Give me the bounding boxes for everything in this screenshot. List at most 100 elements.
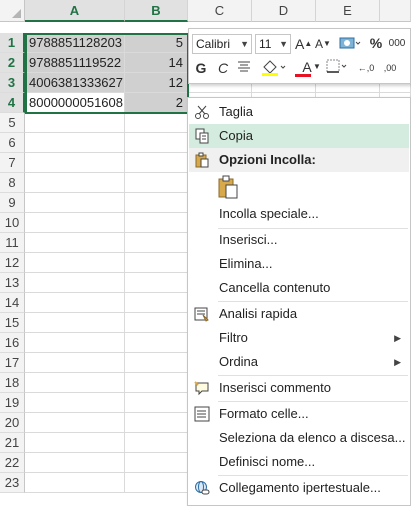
row-header-13[interactable]: 13: [0, 273, 25, 293]
row-header-16[interactable]: 16: [0, 333, 25, 353]
row-header-4[interactable]: 4: [0, 93, 25, 113]
menu-item-inserisci[interactable]: Inserisci...: [189, 228, 409, 252]
empty-cell[interactable]: [125, 433, 188, 453]
grow-font-button[interactable]: A▲: [295, 35, 312, 53]
row-header-22[interactable]: 22: [0, 453, 25, 473]
empty-cell[interactable]: [25, 413, 125, 433]
empty-cell[interactable]: [125, 233, 188, 253]
row-header-1[interactable]: 1: [0, 33, 25, 53]
cell-b2[interactable]: 14: [125, 53, 188, 73]
fill-color-button[interactable]: [259, 59, 289, 81]
row-header-19[interactable]: 19: [0, 393, 25, 413]
empty-cell[interactable]: [125, 393, 188, 413]
row-header-20[interactable]: 20: [0, 413, 25, 433]
shrink-font-button[interactable]: A▼: [315, 35, 331, 53]
empty-cell[interactable]: [125, 273, 188, 293]
row-header-3[interactable]: 3: [0, 73, 25, 93]
cell-a4[interactable]: 8000000051608: [25, 93, 125, 113]
column-header-b[interactable]: B: [125, 0, 188, 22]
row-header-8[interactable]: 8: [0, 173, 25, 193]
comma-style-button[interactable]: 000: [385, 35, 409, 53]
empty-cell[interactable]: [125, 293, 188, 313]
empty-cell[interactable]: [125, 413, 188, 433]
empty-cell[interactable]: [125, 113, 188, 133]
empty-cell[interactable]: [25, 473, 125, 493]
empty-cell[interactable]: [25, 113, 125, 133]
menu-item-ordina[interactable]: Ordina ▶: [189, 350, 409, 374]
menu-item-copia[interactable]: Copia: [189, 124, 409, 148]
menu-item-definisci-nome[interactable]: Definisci nome...: [189, 450, 409, 474]
empty-cell[interactable]: [125, 353, 188, 373]
empty-cell[interactable]: [25, 273, 125, 293]
borders-button[interactable]: [325, 59, 351, 79]
empty-cell[interactable]: [25, 213, 125, 233]
empty-cell[interactable]: [25, 373, 125, 393]
menu-item-cancella-contenuto[interactable]: Cancella contenuto: [189, 276, 409, 300]
empty-cell[interactable]: [25, 353, 125, 373]
font-size-combo[interactable]: 11 ▼: [255, 34, 291, 54]
row-header-12[interactable]: 12: [0, 253, 25, 273]
empty-cell[interactable]: [125, 133, 188, 153]
cell-b1[interactable]: 5: [125, 33, 188, 53]
row-header-18[interactable]: 18: [0, 373, 25, 393]
empty-cell[interactable]: [25, 233, 125, 253]
empty-cell[interactable]: [25, 313, 125, 333]
font-color-button[interactable]: A ▼: [293, 58, 321, 77]
empty-cell[interactable]: [125, 153, 188, 173]
row-header-9[interactable]: 9: [0, 193, 25, 213]
menu-item-inserisci-commento[interactable]: Inserisci commento: [189, 376, 409, 400]
menu-item-incolla-speciale[interactable]: Incolla speciale...: [189, 202, 409, 226]
row-header-14[interactable]: 14: [0, 293, 25, 313]
accounting-format-button[interactable]: [337, 35, 363, 55]
cell-a2[interactable]: 9788851119522: [25, 53, 125, 73]
empty-cell[interactable]: [125, 173, 188, 193]
empty-cell[interactable]: [25, 193, 125, 213]
row-header-17[interactable]: 17: [0, 353, 25, 373]
empty-cell[interactable]: [25, 333, 125, 353]
empty-cell[interactable]: [25, 253, 125, 273]
bold-button[interactable]: G: [193, 59, 209, 77]
cell-b4[interactable]: 2: [125, 93, 188, 113]
menu-item-collegamento[interactable]: Collegamento ipertestuale...: [189, 476, 409, 500]
italic-button[interactable]: C: [215, 59, 231, 77]
empty-cell[interactable]: [25, 453, 125, 473]
row-header-15[interactable]: 15: [0, 313, 25, 333]
menu-item-formato-celle[interactable]: Formato celle...: [189, 402, 409, 426]
menu-item-analisi-rapida[interactable]: Analisi rapida: [189, 302, 409, 326]
cell-a1[interactable]: 9788851128203: [25, 33, 125, 53]
empty-cell[interactable]: [125, 473, 188, 493]
empty-cell[interactable]: [125, 213, 188, 233]
empty-cell[interactable]: [125, 253, 188, 273]
menu-item-filtro[interactable]: Filtro ▶: [189, 326, 409, 350]
empty-cell[interactable]: [125, 313, 188, 333]
empty-cell[interactable]: [125, 193, 188, 213]
row-header-6[interactable]: 6: [0, 133, 25, 153]
empty-cell[interactable]: [125, 453, 188, 473]
menu-item-elimina[interactable]: Elimina...: [189, 252, 409, 276]
empty-cell[interactable]: [25, 393, 125, 413]
empty-cell[interactable]: [25, 133, 125, 153]
empty-cell[interactable]: [125, 373, 188, 393]
column-header-e[interactable]: E: [316, 0, 380, 22]
empty-cell[interactable]: [25, 153, 125, 173]
row-header-5[interactable]: 5: [0, 113, 25, 133]
empty-cell[interactable]: [125, 333, 188, 353]
font-name-combo[interactable]: Calibri ▼: [192, 34, 252, 54]
cell-b3[interactable]: 12: [125, 73, 188, 93]
center-align-button[interactable]: [235, 59, 253, 77]
empty-cell[interactable]: [25, 173, 125, 193]
row-header-7[interactable]: 7: [0, 153, 25, 173]
column-header-c[interactable]: C: [188, 0, 252, 22]
column-header-d[interactable]: D: [252, 0, 316, 22]
column-header-a[interactable]: A: [25, 0, 125, 22]
percent-style-button[interactable]: %: [369, 34, 383, 52]
increase-decimal-button[interactable]: ←,0: [355, 59, 377, 77]
empty-cell[interactable]: [25, 293, 125, 313]
row-header-10[interactable]: 10: [0, 213, 25, 233]
row-header-2[interactable]: 2: [0, 53, 25, 73]
cell-a3[interactable]: 4006381333627: [25, 73, 125, 93]
row-header-11[interactable]: 11: [0, 233, 25, 253]
row-header-21[interactable]: 21: [0, 433, 25, 453]
column-header-f[interactable]: [380, 0, 411, 22]
row-header-23[interactable]: 23: [0, 473, 25, 493]
